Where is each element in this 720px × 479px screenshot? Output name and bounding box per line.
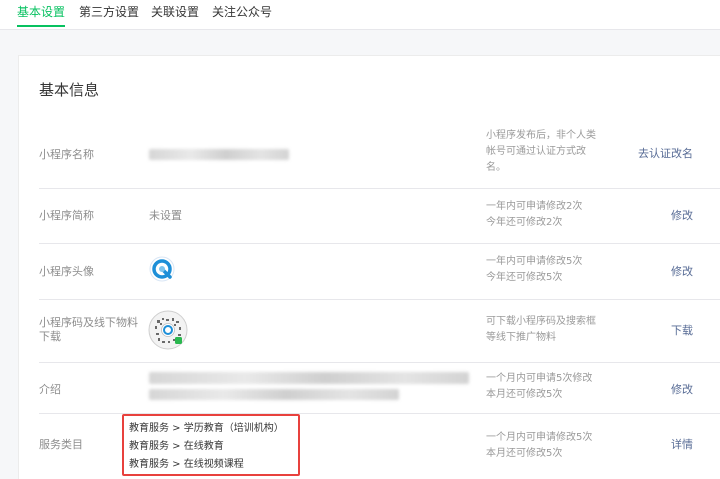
tab-basic-settings[interactable]: 基本设置: [17, 4, 65, 20]
row-note: 一年内可申请修改2次 今年还可修改2次: [486, 199, 611, 231]
blurred-name-value: [149, 149, 289, 160]
note-line: 名。: [486, 162, 506, 173]
verify-rename-link[interactable]: 去认证改名: [638, 147, 693, 161]
edit-avatar-link[interactable]: 修改: [671, 265, 693, 279]
category-details-link[interactable]: 详情: [671, 438, 693, 452]
tab-association-settings[interactable]: 关联设置: [151, 4, 199, 20]
row-label: 介绍: [39, 383, 61, 396]
blurred-intro-line: [149, 372, 469, 384]
row-intro: 介绍 一个月内可申请5次修改 本月还可修改5次 修改: [39, 363, 720, 414]
row-note: 一个月内可申请修改5次 本月还可修改5次: [486, 430, 611, 462]
note-line: 可下载小程序码及搜索框: [486, 316, 596, 327]
short-name-value: 未设置: [149, 209, 182, 222]
row-note: 小程序发布后，非个人类 帐号可通过认证方式改 名。: [486, 128, 611, 176]
note-line: 一个月内可申请修改5次: [486, 432, 593, 443]
note-line: 一个月内可申请5次修改: [486, 373, 593, 384]
note-line: 本月还可修改5次: [486, 389, 563, 400]
note-line: 今年还可修改2次: [486, 217, 563, 228]
note-line: 等线下推广物料: [486, 332, 556, 343]
note-line: 帐号可通过认证方式改: [486, 146, 586, 157]
row-label: 小程序码及线下物料 下载: [39, 316, 138, 344]
note-line: 一年内可申请修改5次: [486, 256, 583, 267]
mini-program-avatar-icon: [149, 256, 175, 282]
note-line: 小程序发布后，非个人类: [486, 130, 596, 141]
row-note: 一个月内可申请5次修改 本月还可修改5次: [486, 371, 611, 403]
active-tab-indicator: [17, 25, 65, 27]
note-line: 本月还可修改5次: [486, 448, 563, 459]
top-nav: 基本设置 第三方设置 关联设置 关注公众号: [0, 0, 720, 30]
tab-follow-official-account[interactable]: 关注公众号: [212, 4, 272, 20]
download-materials-link[interactable]: 下载: [671, 324, 693, 338]
edit-short-name-link[interactable]: 修改: [671, 209, 693, 223]
row-avatar: 小程序头像 一年内可申请修改5次 今年还可修改5次 修改: [39, 244, 720, 300]
row-label: 服务类目: [39, 438, 83, 451]
note-line: 一年内可申请修改2次: [486, 201, 583, 212]
row-mini-program-name: 小程序名称 小程序发布后，非个人类 帐号可通过认证方式改 名。 去认证改名: [39, 118, 720, 189]
row-label: 小程序头像: [39, 265, 94, 278]
tab-third-party-settings[interactable]: 第三方设置: [79, 4, 139, 20]
row-qrcode: 小程序码及线下物料 下载 可下载小程序码及搜索框 等线下推广物料 下载: [39, 300, 720, 363]
row-label: 小程序简称: [39, 209, 94, 222]
label-line: 下载: [39, 330, 61, 343]
blurred-intro-line: [149, 389, 399, 400]
row-label: 小程序名称: [39, 148, 94, 161]
category-highlight-box: [122, 414, 300, 476]
edit-intro-link[interactable]: 修改: [671, 383, 693, 397]
row-note: 可下载小程序码及搜索框 等线下推广物料: [486, 314, 611, 346]
section-title: 基本信息: [39, 81, 100, 99]
label-line: 小程序码及线下物料: [39, 316, 138, 329]
note-line: 今年还可修改5次: [486, 272, 563, 283]
mini-program-code-icon: [148, 310, 188, 350]
row-short-name: 小程序简称 未设置 一年内可申请修改2次 今年还可修改2次 修改: [39, 189, 720, 244]
row-note: 一年内可申请修改5次 今年还可修改5次: [486, 254, 611, 286]
